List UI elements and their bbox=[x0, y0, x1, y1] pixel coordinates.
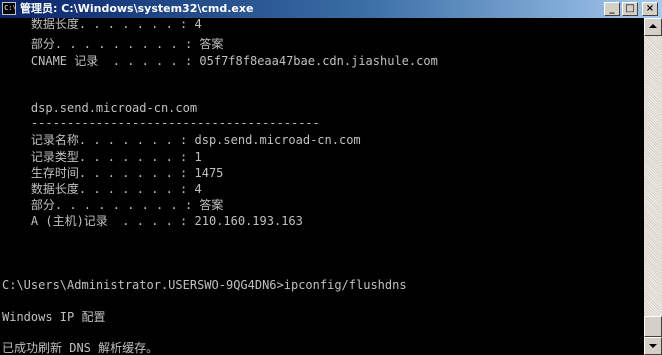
close-button[interactable]: × bbox=[642, 2, 658, 16]
console-line: 记录类型. . . . . . . : 1 bbox=[2, 150, 202, 164]
cmd-window: C:\ 管理员: C:\Windows\system32\cmd.exe _ □… bbox=[0, 0, 662, 355]
scrollbar-thumb[interactable] bbox=[644, 316, 662, 337]
console-line: 已成功刷新 DNS 解析缓存。 bbox=[2, 341, 159, 355]
console-line: dsp.send.microad-cn.com bbox=[2, 101, 198, 115]
vertical-scrollbar[interactable] bbox=[644, 18, 662, 355]
maximize-button[interactable]: □ bbox=[622, 2, 638, 16]
console-line: 数据长度. . . . . . . : 4 bbox=[2, 18, 202, 31]
command-prompt-line: C:\Users\Administrator.USERSWO-9QG4DN6>i… bbox=[2, 278, 407, 292]
console-line: 部分. . . . . . . . . : 答案 bbox=[2, 37, 224, 51]
title-bar[interactable]: C:\ 管理员: C:\Windows\system32\cmd.exe _ □… bbox=[0, 0, 662, 18]
console-line: CNAME 记录 . . . . . : 05f7f8f8eaa47bae.cd… bbox=[2, 54, 438, 68]
minimize-button[interactable]: _ bbox=[604, 2, 620, 16]
console-output[interactable]: 数据长度. . . . . . . : 4 部分. . . . . . . . … bbox=[0, 18, 644, 355]
console-line: 记录名称. . . . . . . : dsp.send.microad-cn.… bbox=[2, 133, 361, 147]
scroll-down-arrow-icon[interactable] bbox=[644, 337, 662, 355]
scroll-up-arrow-icon[interactable] bbox=[644, 18, 662, 36]
window-title: 管理员: C:\Windows\system32\cmd.exe bbox=[20, 2, 254, 15]
console-line: Windows IP 配置 bbox=[2, 310, 106, 324]
console-app-icon[interactable]: C:\ bbox=[2, 2, 16, 15]
console-line: A (主机)记录 . . . . : 210.160.193.163 bbox=[2, 214, 303, 228]
console-line: 生存时间. . . . . . . : 1475 bbox=[2, 166, 224, 180]
console-line: 部分. . . . . . . . . : 答案 bbox=[2, 198, 224, 212]
console-line: ---------------------------------------- bbox=[2, 116, 320, 130]
console-line: 数据长度. . . . . . . : 4 bbox=[2, 182, 202, 196]
